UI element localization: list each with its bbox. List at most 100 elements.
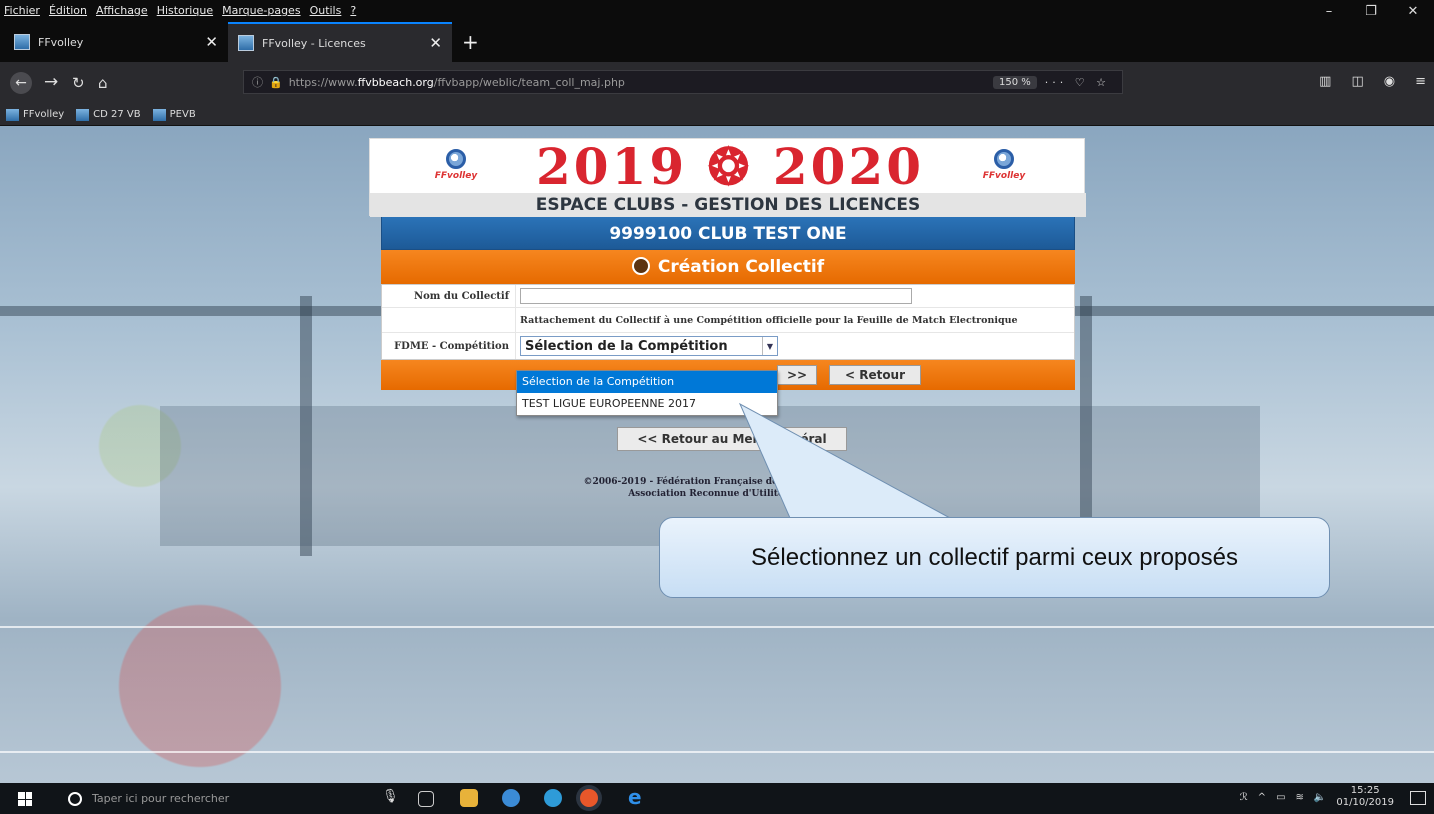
wifi-icon[interactable]: ≋ — [1296, 792, 1304, 803]
cortana-icon[interactable] — [68, 791, 82, 806]
menu-marque-pages[interactable]: Marque-pages — [222, 4, 300, 17]
menu-bar: Fichier Édition Affichage Historique Mar… — [0, 0, 1434, 22]
file-explorer-icon[interactable] — [460, 789, 478, 807]
bookmark-label: FFvolley — [23, 109, 65, 120]
bookmarks-bar: FFvolley CD 27 VB PEVB — [0, 104, 1434, 126]
page-actions-icon[interactable]: ··· ♡ ☆ — [1045, 76, 1110, 89]
hamburger-menu-icon[interactable]: ≡ — [1415, 74, 1426, 89]
chevron-down-icon[interactable]: ▼ — [762, 337, 777, 355]
volleyball-icon — [446, 149, 466, 169]
clock-date: 01/10/2019 — [1336, 797, 1394, 808]
search-placeholder: Taper ici pour rechercher — [92, 792, 230, 805]
select-value: Sélection de la Compétition — [525, 338, 728, 354]
retour-menu-general-button[interactable]: << Retour au Menu Général — [617, 427, 847, 451]
account-icon[interactable]: ◉ — [1384, 74, 1395, 89]
new-tab-icon[interactable]: + — [462, 30, 479, 54]
copyright-line: Association Reconnue d'Utilité Publique — [628, 489, 832, 499]
section-title: Création Collectif — [657, 257, 825, 277]
retour-button[interactable]: < Retour — [829, 365, 921, 385]
reload-icon[interactable]: ↻ — [72, 74, 85, 92]
restore-icon[interactable]: ❐ — [1350, 0, 1392, 22]
library-icon[interactable]: ▥ — [1319, 74, 1331, 89]
court-line — [0, 626, 1434, 628]
home-icon[interactable]: ⌂ — [98, 74, 108, 92]
bookmark-favicon-icon — [76, 108, 90, 121]
firefox-icon[interactable] — [580, 789, 598, 807]
bookmark-pevb[interactable]: PEVB — [152, 108, 196, 121]
menu-historique[interactable]: Historique — [157, 4, 213, 17]
tab-bar: FFvolley ✕ FFvolley - Licences ✕ + — [0, 22, 1434, 62]
tab-ffvolley[interactable]: FFvolley ✕ — [4, 22, 228, 62]
clock-time: 15:25 — [1350, 785, 1380, 796]
licence-app-panel: FFvolley 2019 ❂ 2020 FFvolley ESPACE CLU… — [369, 137, 1086, 390]
menu-edition[interactable]: Édition — [49, 4, 87, 17]
edge-icon[interactable]: e — [628, 785, 646, 809]
dropdown-option[interactable]: Sélection de la Compétition — [517, 371, 777, 393]
zoom-level[interactable]: 150 % — [993, 75, 1037, 89]
logo-text: FFvolley — [982, 171, 1026, 181]
ffvolley-logo: FFvolley — [974, 149, 1034, 181]
url-path: /ffvbapp/weblic/team_coll_maj.php — [433, 75, 625, 89]
people-icon[interactable]: ℛ — [1240, 792, 1248, 803]
minimize-icon[interactable]: – — [1308, 0, 1350, 22]
club-title-bar: 9999100 CLUB TEST ONE — [381, 216, 1075, 250]
close-tab-icon[interactable]: ✕ — [429, 34, 442, 52]
menu-outils[interactable]: Outils — [310, 4, 342, 17]
tab-title: FFvolley — [38, 35, 84, 49]
microphone-icon[interactable]: 🎙 — [382, 789, 400, 807]
notification-icon[interactable] — [1410, 791, 1426, 805]
close-tab-icon[interactable]: ✕ — [205, 33, 218, 51]
app-icon[interactable] — [502, 789, 520, 807]
windows-start-icon[interactable] — [18, 792, 32, 806]
nom-label: Nom du Collectif — [382, 285, 516, 307]
navigation-bar: ← → ↻ ⌂ ⓘ 🔒 https://www. ffvbbeach.org /… — [0, 62, 1434, 104]
app-header: FFvolley 2019 ❂ 2020 FFvolley ESPACE CLU… — [369, 137, 1086, 217]
url-bar[interactable]: ⓘ 🔒 https://www. ffvbbeach.org /ffvbapp/… — [243, 70, 1123, 94]
menu-fichier[interactable]: Fichier — [4, 4, 40, 17]
lock-icon: 🔒 — [269, 75, 283, 89]
callout-text: Sélectionnez un collectif parmi ceux pro… — [751, 543, 1238, 571]
url-host: ffvbbeach.org — [357, 75, 434, 89]
back-arrow-icon[interactable]: ← — [10, 72, 32, 94]
url-prefix: https://www. — [288, 75, 358, 89]
bookmark-label: PEVB — [169, 109, 196, 120]
user-icon — [631, 257, 650, 275]
section-title-bar: Création Collectif — [381, 250, 1075, 284]
bookmark-cd27vb[interactable]: CD 27 VB — [76, 108, 141, 121]
competition-select[interactable]: Sélection de la Compétition ▼ — [520, 336, 778, 356]
season-title: 2019 ❂ 2020 — [535, 137, 925, 196]
app-icon[interactable] — [544, 789, 562, 807]
info-icon[interactable]: ⓘ — [252, 74, 263, 90]
copyright-line: ©2006-2019 - Fédération Française de Vol… — [583, 477, 877, 487]
nom-collectif-input[interactable] — [520, 288, 912, 304]
bookmark-favicon-icon — [6, 108, 19, 121]
taskbar-search[interactable]: Taper ici pour rechercher — [48, 783, 324, 814]
bookmark-label: CD 27 VB — [93, 109, 141, 120]
close-window-icon[interactable]: ✕ — [1392, 0, 1434, 22]
volume-icon[interactable]: 🔈 — [1314, 792, 1326, 803]
rattachement-text: Rattachement du Collectif à une Compétit… — [520, 314, 1018, 326]
menu-aide[interactable]: ? — [350, 4, 356, 17]
fdme-label: FDME - Compétition — [382, 333, 516, 359]
sidebar-icon[interactable]: ◫ — [1351, 74, 1363, 89]
empty-label — [382, 308, 516, 332]
dropdown-option[interactable]: TEST LIGUE EUROPEENNE 2017 — [517, 393, 777, 415]
bookmark-ffvolley[interactable]: FFvolley — [6, 108, 65, 121]
competition-dropdown-list: Sélection de la Compétition TEST LIGUE E… — [516, 370, 778, 416]
collectif-form: Nom du Collectif Rattachement du Collect… — [381, 284, 1075, 360]
chevron-up-icon[interactable]: ^ — [1258, 792, 1266, 803]
volleyball-icon — [994, 149, 1014, 169]
task-view-icon[interactable] — [418, 791, 434, 807]
battery-icon[interactable]: ▭ — [1276, 792, 1285, 803]
next-button[interactable]: >> — [777, 365, 817, 385]
tab-title: FFvolley - Licences — [262, 36, 366, 50]
forward-arrow-icon[interactable]: → — [44, 72, 58, 92]
copyright-text: ©2006-2019 - Fédération Française de Vol… — [520, 476, 940, 500]
instruction-callout: Sélectionnez un collectif parmi ceux pro… — [659, 517, 1330, 598]
system-tray: ℛ ^ ▭ ≋ 🔈 15:25 01/10/2019 — [1240, 785, 1394, 809]
favicon-icon — [238, 35, 254, 51]
menu-affichage[interactable]: Affichage — [96, 4, 148, 17]
clock[interactable]: 15:25 01/10/2019 — [1336, 785, 1394, 809]
favicon-icon — [14, 34, 30, 50]
tab-ffvolley-licences[interactable]: FFvolley - Licences ✕ — [228, 22, 452, 62]
